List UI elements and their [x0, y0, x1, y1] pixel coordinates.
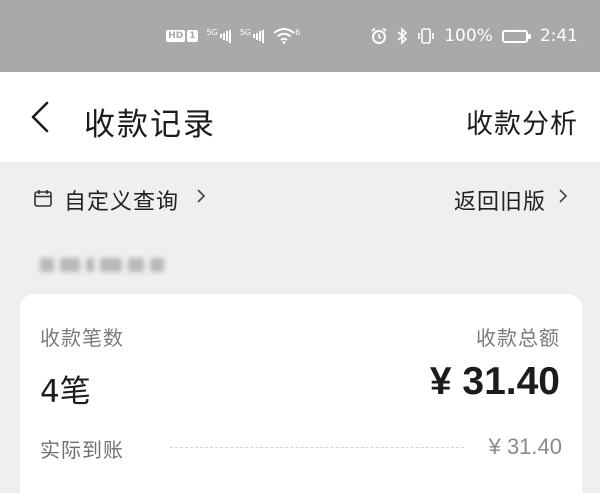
battery-percent: 100%	[444, 26, 493, 46]
total-label: 收款总额	[476, 326, 560, 350]
received-label: 实际到账	[40, 438, 124, 462]
custom-query-button[interactable]: 自定义查询	[64, 184, 179, 216]
calendar-icon	[34, 190, 52, 207]
filter-row: 自定义查询 返回旧版	[0, 162, 600, 232]
store-name-redacted	[40, 252, 190, 278]
status-bar: HD 1 5G 5G 6 100% 2:41	[0, 0, 600, 72]
back-to-old-version-link[interactable]: 返回旧版	[454, 184, 546, 216]
chevron-right-icon	[559, 189, 568, 203]
dashed-divider	[170, 447, 464, 448]
received-value: ¥ 31.40	[488, 434, 562, 459]
chevron-right-icon	[197, 189, 206, 203]
bluetooth-icon	[397, 27, 408, 45]
hd-indicator: HD 1	[166, 30, 198, 42]
page-title: 收款记录	[84, 107, 216, 143]
summary-card: 收款笔数 收款总额 4笔 ¥ 31.40 实际到账 ¥ 31.40	[20, 294, 582, 493]
payment-analysis-link[interactable]: 收款分析	[466, 102, 578, 141]
total-value: ¥ 31.40	[429, 360, 560, 403]
count-label: 收款笔数	[40, 326, 124, 350]
signal-icon-2: 5G	[240, 28, 265, 44]
status-time: 2:41	[539, 26, 578, 46]
vibrate-icon	[417, 27, 435, 45]
wifi-icon: 6	[273, 28, 300, 44]
battery-icon	[501, 29, 531, 43]
header: 收款记录 收款分析	[0, 72, 600, 162]
count-value: 4笔	[40, 374, 91, 410]
alarm-icon	[370, 27, 388, 45]
signal-icon: 5G	[207, 28, 231, 44]
chevron-left-icon[interactable]	[28, 100, 52, 134]
